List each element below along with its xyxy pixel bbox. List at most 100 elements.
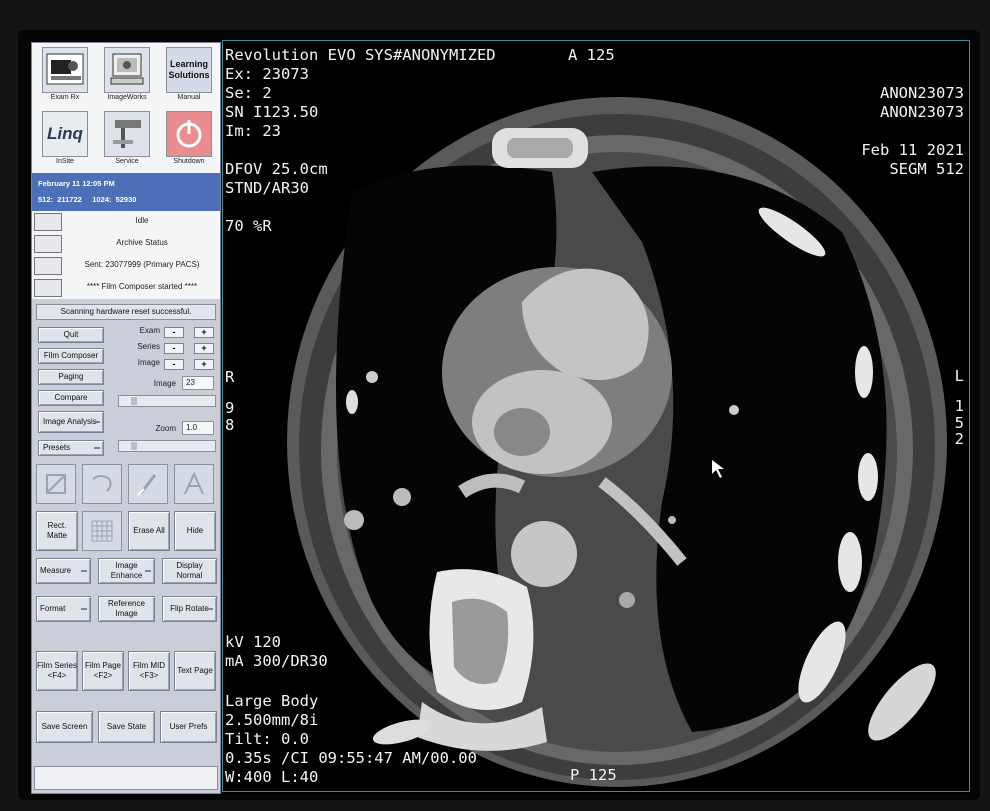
overlay-anon1: ANON23073 [880, 84, 964, 102]
image-slider-thumb[interactable] [131, 397, 137, 405]
film-series-button[interactable]: Film Series <F4> [36, 651, 78, 691]
image-analysis-button[interactable]: Image Analysis [38, 411, 104, 433]
insite-button[interactable]: Linq InSite [34, 109, 96, 173]
series-minus-button[interactable]: - [164, 343, 184, 354]
linq-icon: Linq [42, 111, 88, 157]
user-prefs-button[interactable]: User Prefs [160, 711, 217, 743]
overlay-recon: 70 %R [225, 217, 272, 235]
exam-label: Exam [139, 326, 160, 335]
overlay-segm: SEGM 512 [889, 160, 964, 178]
exam-rx-label: Exam Rx [50, 94, 80, 101]
film-status[interactable]: **** Film Composer started **** [32, 277, 220, 299]
image-enhance-button[interactable]: Image Enhance [98, 558, 155, 584]
shutdown-label: Shutdown [173, 158, 205, 165]
archive-status-text: Archive Status [116, 238, 168, 247]
measure-button[interactable]: Measure [36, 558, 91, 584]
exam-minus-button[interactable]: - [164, 327, 184, 338]
film-page-button[interactable]: Film Page <F2> [82, 651, 124, 691]
zoom-slider[interactable] [118, 440, 216, 452]
series-label: Series [137, 342, 160, 351]
learning-solutions-icon: Learning Solutions [166, 47, 212, 93]
presets-button[interactable]: Presets [38, 440, 104, 456]
k512-label: 512: [38, 195, 54, 204]
image-slider[interactable] [118, 395, 216, 407]
overlay-l-num3: 2 [954, 430, 964, 448]
overlay-ma: mA 300/DR30 [225, 652, 328, 670]
curve-tool[interactable] [82, 464, 122, 504]
zoom-label: Zoom [155, 424, 176, 433]
exam-plus-button[interactable]: + [194, 327, 214, 338]
app-launcher: Exam Rx ImageWorks Learning Solutions Ma… [32, 43, 220, 173]
status-area: Idle Archive Status Sent: 23077999 (Prim… [32, 211, 220, 299]
display-normal-button[interactable]: Display Normal [162, 558, 217, 584]
film-status-text: **** Film Composer started **** [86, 282, 198, 291]
k512-value: 211722 [57, 195, 82, 204]
image-plus-button[interactable]: + [194, 359, 214, 370]
status-line [34, 766, 218, 790]
shutdown-icon [166, 111, 212, 157]
compare-button[interactable]: Compare [38, 390, 104, 406]
message-bar[interactable]: Scanning hardware reset successful. [36, 304, 216, 320]
film-icon [34, 279, 62, 297]
overlay-series: Se: 2 [225, 84, 272, 102]
save-state-button[interactable]: Save State [98, 711, 155, 743]
k1024-value: 52930 [115, 195, 137, 204]
pen-tool[interactable] [128, 464, 168, 504]
series-plus-button[interactable]: + [194, 343, 214, 354]
camera-icon [34, 213, 62, 231]
film-composer-button[interactable]: Film Composer [38, 348, 104, 364]
text-annotation-tool[interactable] [174, 464, 214, 504]
k1024-label: 1024: [92, 195, 112, 204]
archive-icon [34, 235, 62, 253]
grid-button[interactable] [82, 511, 122, 551]
zoom-slider-thumb[interactable] [131, 442, 137, 450]
paging-button[interactable]: Paging [38, 369, 104, 385]
reference-image-button[interactable]: Reference Image [98, 596, 155, 622]
imageworks-label: ImageWorks [107, 94, 147, 101]
insite-label: InSite [56, 158, 74, 165]
text-page-button[interactable]: Text Page [174, 651, 216, 691]
erase-all-button[interactable]: Erase All [128, 511, 170, 551]
service-button[interactable]: Service [96, 109, 158, 173]
overlay-r-num2: 8 [225, 416, 235, 434]
image-number-field[interactable]: 23 [182, 376, 214, 390]
image-field-label: Image [153, 379, 176, 388]
overlay-sn: SN I123.50 [225, 103, 319, 121]
overlay-window: W:400 L:40 [225, 768, 319, 786]
network-status[interactable]: Sent: 23077999 (Primary PACS) [32, 255, 220, 277]
overlay-stnd: STND/AR30 [225, 179, 309, 197]
film-mid-button[interactable]: Film MID <F3> [128, 651, 170, 691]
overlay-anon2: ANON23073 [880, 103, 964, 121]
service-label: Service [115, 158, 139, 165]
scanner-status[interactable]: Idle [32, 211, 220, 233]
hide-button[interactable]: Hide [174, 511, 216, 551]
overlay-side-r: R [225, 368, 235, 386]
save-screen-button[interactable]: Save Screen [36, 711, 93, 743]
imageworks-icon [104, 47, 150, 93]
zoom-field[interactable]: 1.0 [182, 421, 214, 435]
format-button[interactable]: Format [36, 596, 91, 622]
roi-tool[interactable] [36, 464, 76, 504]
exam-rx-button[interactable]: Exam Rx [34, 45, 96, 109]
imageworks-button[interactable]: ImageWorks [96, 45, 158, 109]
control-panel: Exam Rx ImageWorks Learning Solutions Ma… [31, 42, 221, 794]
overlay-thickness: 2.500mm/8i [225, 711, 319, 729]
overlay-anterior: A 125 [568, 46, 615, 64]
counters: 512: 211722 1024: 52930 [38, 195, 218, 204]
system-info-bar: February 11 12:05 PM 512: 211722 1024: 5… [32, 173, 220, 211]
overlay-exam: Ex: 23073 [225, 65, 309, 83]
network-icon [34, 257, 62, 275]
image-minus-button[interactable]: - [164, 359, 184, 370]
sent-text: Sent: 23077999 (Primary PACS) [84, 260, 200, 269]
text-annotation-icon [184, 471, 204, 495]
image-viewport[interactable]: Revolution EVO SYS#ANONYMIZED A 125 Ex: … [222, 42, 970, 794]
manual-button[interactable]: Learning Solutions Manual [158, 45, 220, 109]
idle-text: Idle [135, 216, 149, 225]
quit-button[interactable]: Quit [38, 327, 104, 343]
shutdown-button[interactable]: Shutdown [158, 109, 220, 173]
archive-status[interactable]: Archive Status [32, 233, 220, 255]
ct-chest-image [287, 97, 947, 787]
overlay-tilt: Tilt: 0.0 [225, 730, 309, 748]
rect-matte-button[interactable]: Rect. Matte [36, 511, 78, 551]
flip-rotate-button[interactable]: Flip Rotate [162, 596, 217, 622]
